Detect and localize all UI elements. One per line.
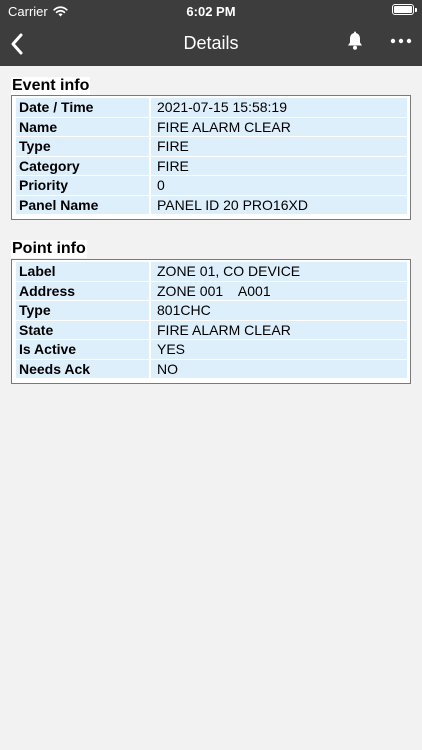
field-value: FIRE ALARM CLEAR	[151, 320, 407, 339]
point-info-heading: Point info	[11, 240, 87, 258]
field-value: NO	[151, 359, 407, 378]
field-value: FIRE ALARM CLEAR	[151, 117, 407, 136]
bell-icon	[348, 31, 362, 50]
battery-icon	[392, 4, 417, 15]
event-info-table: Date / Time 2021-07-15 15:58:19 Name FIR…	[11, 95, 411, 220]
field-label: Panel Name	[16, 195, 149, 214]
field-value: YES	[151, 340, 407, 359]
table-row: Panel Name PANEL ID 20 PRO16XD	[16, 195, 407, 215]
field-value: 0	[151, 176, 407, 195]
field-label: Type	[16, 137, 149, 156]
table-row: Priority 0	[16, 176, 407, 196]
field-label: Needs Ack	[16, 359, 149, 378]
status-time: 6:02 PM	[186, 4, 236, 19]
notifications-button[interactable]	[345, 31, 365, 51]
point-info-table: Label ZONE 01, CO DEVICE Address ZONE 00…	[11, 259, 411, 384]
table-row: Category FIRE	[16, 156, 407, 176]
field-value: 801CHC	[151, 301, 407, 320]
field-value: 2021-07-15 15:58:19	[151, 98, 407, 117]
field-label: State	[16, 320, 149, 339]
table-row: Type FIRE	[16, 137, 407, 157]
field-value: ZONE 001 A001	[151, 281, 407, 300]
table-row: Needs Ack NO	[16, 359, 407, 379]
event-info-heading: Event info	[11, 77, 91, 95]
field-label: Address	[16, 281, 149, 300]
field-value: PANEL ID 20 PRO16XD	[151, 195, 407, 214]
table-row: State FIRE ALARM CLEAR	[16, 320, 407, 340]
field-label: Type	[16, 301, 149, 320]
field-label: Name	[16, 117, 149, 136]
more-options-button[interactable]	[390, 31, 412, 51]
field-value: ZONE 01, CO DEVICE	[151, 262, 407, 281]
table-row: Date / Time 2021-07-15 15:58:19	[16, 98, 407, 118]
field-label: Date / Time	[16, 98, 149, 117]
table-row: Address ZONE 001 A001	[16, 281, 407, 301]
more-horizontal-icon	[390, 38, 412, 44]
field-value: FIRE	[151, 137, 407, 156]
navigation-bar: Details	[0, 22, 422, 66]
table-row: Label ZONE 01, CO DEVICE	[16, 262, 407, 282]
field-value: FIRE	[151, 156, 407, 175]
table-row: Name FIRE ALARM CLEAR	[16, 117, 407, 137]
field-label: Label	[16, 262, 149, 281]
table-row: Type 801CHC	[16, 301, 407, 321]
field-label: Is Active	[16, 340, 149, 359]
table-row: Is Active YES	[16, 340, 407, 360]
field-label: Category	[16, 156, 149, 175]
header-bar: Carrier 6:02 PM Details	[0, 0, 422, 66]
status-bar: Carrier 6:02 PM	[0, 0, 422, 22]
field-label: Priority	[16, 176, 149, 195]
